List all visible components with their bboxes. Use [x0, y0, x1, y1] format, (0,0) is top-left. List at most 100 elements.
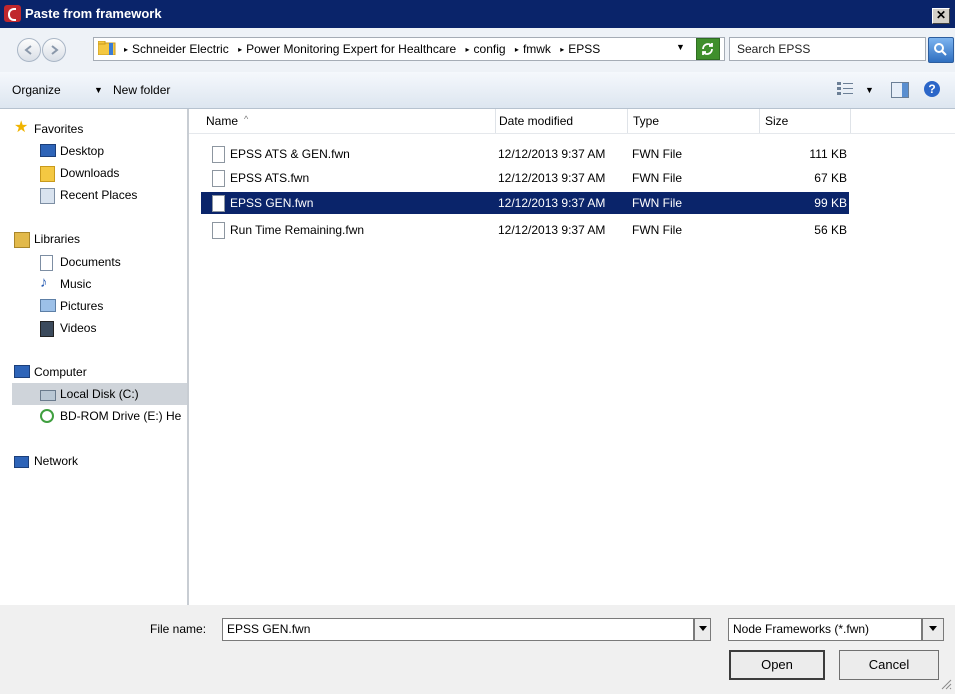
filename-value[interactable]: EPSS GEN.fwn: [227, 622, 310, 636]
preview-pane-icon[interactable]: [891, 82, 909, 98]
breadcrumb-item[interactable]: Power Monitoring Expert for Healthcare: [246, 42, 456, 56]
file-date: 12/12/2013 9:37 AM: [498, 196, 606, 210]
chevron-down-icon: [698, 626, 707, 631]
file-size: 99 KB: [814, 196, 847, 210]
column-label: Size: [765, 114, 789, 128]
file-row[interactable]: EPSS ATS & GEN.fwn 12/12/2013 9:37 AM FW…: [201, 143, 849, 165]
column-header-size[interactable]: Size: [760, 109, 851, 133]
chevron-right-icon[interactable]: ▸: [466, 45, 470, 54]
header-divider: [189, 133, 955, 134]
filename-dropdown-button[interactable]: [694, 618, 711, 641]
arrow-right-icon: [51, 45, 59, 55]
chevron-right-icon[interactable]: ▸: [238, 45, 242, 54]
desktop-icon: [40, 144, 56, 157]
views-icon[interactable]: [837, 82, 853, 96]
filename-label: File name:: [150, 622, 207, 636]
chevron-right-icon[interactable]: ▸: [515, 45, 519, 54]
refresh-icon: [702, 43, 713, 55]
open-button[interactable]: Open: [729, 650, 825, 680]
file-icon: [212, 146, 225, 163]
file-date: 12/12/2013 9:37 AM: [498, 147, 606, 161]
search-icon: [934, 43, 947, 56]
address-dropdown-icon[interactable]: ▼: [676, 42, 685, 52]
column-header-type[interactable]: Type: [628, 109, 760, 133]
chevron-down-icon[interactable]: ▼: [94, 85, 103, 95]
nav-label: Videos: [60, 321, 97, 335]
star-icon: ★: [14, 119, 29, 136]
downloads-icon: [40, 166, 55, 182]
network-icon: [14, 456, 29, 468]
views-dropdown-icon[interactable]: ▼: [865, 85, 874, 95]
nav-label: Computer: [34, 365, 87, 379]
forward-button[interactable]: [42, 38, 66, 62]
nav-label: Pictures: [60, 299, 104, 313]
file-name: EPSS ATS.fwn: [230, 171, 310, 185]
column-header-name[interactable]: Name ^: [189, 109, 496, 133]
search-button[interactable]: [928, 37, 954, 63]
nav-label: Network: [34, 454, 79, 468]
documents-icon: [40, 255, 53, 271]
sort-ascending-icon: ^: [244, 114, 249, 124]
breadcrumb-item[interactable]: config: [474, 42, 506, 56]
file-icon: [212, 222, 225, 239]
window-title: Paste from framework: [25, 6, 162, 21]
chevron-right-icon[interactable]: ▸: [124, 45, 128, 54]
file-icon: [212, 170, 225, 187]
back-button[interactable]: [17, 38, 41, 62]
computer-icon: [14, 365, 30, 378]
new-folder-button[interactable]: New folder: [113, 83, 170, 97]
navigation-pane: [0, 109, 187, 605]
file-type-filter-value[interactable]: Node Frameworks (*.fwn): [733, 622, 869, 636]
breadcrumb-item[interactable]: EPSS: [568, 42, 600, 56]
file-size: 111 KB: [809, 147, 847, 161]
pictures-icon: [40, 299, 56, 312]
chevron-down-icon: [929, 626, 937, 631]
file-icon: [212, 195, 225, 212]
arrow-left-icon: [24, 45, 32, 55]
help-icon[interactable]: ?: [924, 81, 940, 97]
app-logo-icon: [4, 5, 21, 22]
nav-label: Local Disk (C:): [60, 387, 139, 401]
nav-label: Favorites: [34, 122, 84, 136]
file-row-selected[interactable]: EPSS GEN.fwn 12/12/2013 9:37 AM FWN File…: [201, 192, 849, 214]
nav-label: BD-ROM Drive (E:) He: [60, 409, 182, 423]
chevron-right-icon[interactable]: ▸: [560, 45, 564, 54]
recent-places-icon: [40, 188, 55, 204]
nav-label: Documents: [60, 255, 121, 269]
file-type: FWN File: [632, 147, 682, 161]
file-date: 12/12/2013 9:37 AM: [498, 171, 606, 185]
organize-button[interactable]: Organize: [12, 83, 61, 97]
file-name: Run Time Remaining.fwn: [230, 223, 365, 237]
refresh-button[interactable]: [696, 38, 720, 60]
file-type: FWN File: [632, 223, 682, 237]
search-placeholder[interactable]: Search EPSS: [737, 42, 810, 56]
file-row[interactable]: EPSS ATS.fwn 12/12/2013 9:37 AM FWN File…: [201, 167, 849, 189]
column-header-date[interactable]: Date modified: [496, 109, 628, 133]
file-date: 12/12/2013 9:37 AM: [498, 223, 606, 237]
music-icon: ♪: [40, 274, 48, 291]
cancel-button[interactable]: Cancel: [839, 650, 939, 680]
nav-label: Downloads: [60, 166, 120, 180]
close-button[interactable]: ✕: [932, 8, 950, 24]
file-size: 67 KB: [814, 171, 847, 185]
file-size: 56 KB: [814, 223, 847, 237]
file-row[interactable]: Run Time Remaining.fwn 12/12/2013 9:37 A…: [201, 219, 849, 241]
file-name: EPSS GEN.fwn: [230, 196, 314, 210]
file-name: EPSS ATS & GEN.fwn: [230, 147, 350, 161]
breadcrumb: ▸ Schneider Electric ▸ Power Monitoring Ex…: [120, 42, 602, 56]
videos-icon: [40, 321, 54, 337]
breadcrumb-item[interactable]: Schneider Electric: [132, 42, 229, 56]
file-type: FWN File: [632, 171, 682, 185]
column-label: Type: [633, 114, 660, 128]
nav-label: Music: [60, 277, 92, 291]
nav-label: Recent Places: [60, 188, 138, 202]
filter-dropdown-button[interactable]: [922, 618, 944, 641]
disc-drive-icon: [40, 409, 54, 423]
file-type: FWN File: [632, 196, 682, 210]
drive-icon: [40, 390, 56, 401]
column-label: Date modified: [499, 114, 574, 128]
nav-label: Libraries: [34, 232, 81, 246]
resize-grip-icon[interactable]: [940, 678, 952, 690]
libraries-icon: [14, 232, 30, 248]
breadcrumb-item[interactable]: fmwk: [523, 42, 551, 56]
